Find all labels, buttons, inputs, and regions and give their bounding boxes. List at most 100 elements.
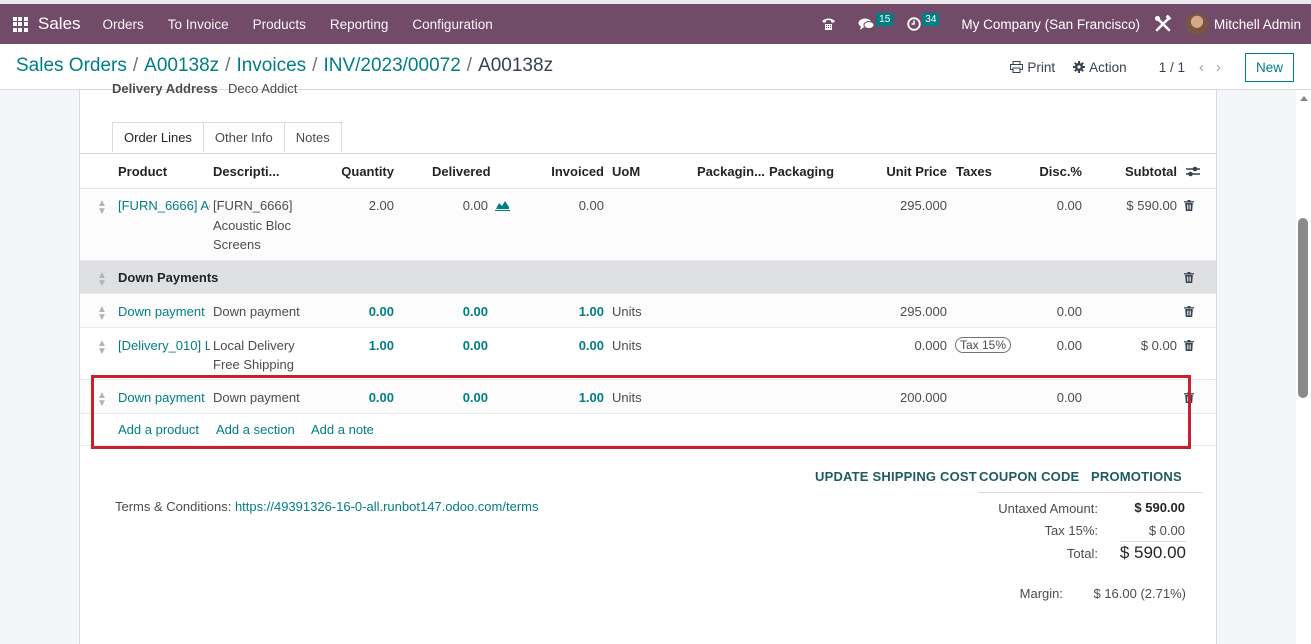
table-row[interactable]: ▲ ▼ Down payment Down payment 0.00 0.00 1… bbox=[80, 380, 1216, 414]
col-delivered[interactable]: Delivered bbox=[432, 164, 491, 179]
pager-value[interactable]: 1 / 1 bbox=[1159, 60, 1185, 75]
unit-price-cell[interactable]: 295.000 bbox=[860, 198, 947, 213]
quantity-cell[interactable]: 1.00 bbox=[320, 338, 394, 353]
add-section-link[interactable]: Add a section bbox=[216, 422, 295, 437]
product-cell[interactable]: [FURN_6666] Ac bbox=[118, 198, 210, 213]
action-button[interactable]: Action bbox=[1073, 60, 1127, 75]
col-subtotal[interactable]: Subtotal bbox=[1090, 164, 1177, 179]
col-invoiced[interactable]: Invoiced bbox=[530, 164, 604, 179]
col-uom[interactable]: UoM bbox=[612, 164, 640, 179]
total-divider bbox=[1120, 541, 1186, 542]
col-packaging[interactable]: Packaging bbox=[769, 164, 834, 179]
section-row[interactable]: ▲ ▼ Down Payments bbox=[80, 261, 1216, 294]
col-taxes[interactable]: Taxes bbox=[956, 164, 992, 179]
phone-icon[interactable] bbox=[821, 17, 836, 31]
unit-price-cell[interactable]: 295.000 bbox=[860, 304, 947, 319]
table-row[interactable]: ▲ ▼ Down payment Down payment 0.00 0.00 1… bbox=[80, 294, 1216, 328]
breadcrumb-order[interactable]: A00138z bbox=[144, 55, 219, 77]
description-line-1[interactable]: [FURN_6666] bbox=[213, 198, 292, 213]
breadcrumb-invoice[interactable]: INV/2023/00072 bbox=[323, 55, 460, 77]
discount-cell[interactable]: 0.00 bbox=[1010, 338, 1082, 353]
optional-columns-icon[interactable] bbox=[1186, 165, 1200, 181]
col-quantity[interactable]: Quantity bbox=[320, 164, 394, 179]
company-switcher[interactable]: My Company (San Francisco) bbox=[961, 17, 1140, 32]
menu-configuration[interactable]: Configuration bbox=[412, 17, 492, 32]
col-unit-price[interactable]: Unit Price bbox=[860, 164, 947, 179]
tab-order-lines[interactable]: Order Lines bbox=[112, 122, 204, 152]
menu-products[interactable]: Products bbox=[253, 17, 306, 32]
tab-notes[interactable]: Notes bbox=[283, 122, 342, 152]
delete-line-icon[interactable] bbox=[1184, 200, 1194, 211]
description-line-1[interactable]: Local Delivery bbox=[213, 338, 295, 353]
invoiced-cell: 1.00 bbox=[578, 390, 604, 405]
user-menu[interactable]: Mitchell Admin bbox=[1214, 17, 1301, 32]
apps-menu-button[interactable] bbox=[2, 16, 38, 32]
untaxed-amount-label: Untaxed Amount: bbox=[998, 501, 1098, 516]
col-product[interactable]: Product bbox=[118, 164, 167, 179]
product-cell[interactable]: Down payment bbox=[118, 390, 205, 405]
new-button[interactable]: New bbox=[1244, 52, 1294, 82]
delete-line-icon[interactable] bbox=[1184, 340, 1194, 351]
quantity-cell[interactable]: 0.00 bbox=[320, 390, 394, 405]
discount-cell[interactable]: 0.00 bbox=[1010, 198, 1082, 213]
tab-other-info[interactable]: Other Info bbox=[202, 122, 285, 152]
menu-orders[interactable]: Orders bbox=[103, 17, 144, 32]
totals-divider bbox=[978, 492, 1202, 493]
description-cell[interactable]: Down payment bbox=[213, 304, 300, 319]
breadcrumb-current: A00138z bbox=[478, 55, 554, 76]
terms-link[interactable]: https://49391326-16-0-all.runbot147.odoo… bbox=[235, 499, 539, 514]
tax-tag[interactable]: Tax 15% bbox=[955, 337, 1012, 353]
uom-cell[interactable]: Units bbox=[612, 390, 642, 405]
drag-handle-icon[interactable]: ▲ ▼ bbox=[97, 199, 107, 217]
drag-handle-icon[interactable]: ▲ ▼ bbox=[97, 271, 107, 289]
breadcrumb-invoices[interactable]: Invoices bbox=[236, 55, 306, 77]
quantity-cell[interactable]: 0.00 bbox=[320, 304, 394, 319]
debug-tools-icon[interactable] bbox=[1154, 15, 1172, 33]
scrollbar-thumb[interactable] bbox=[1298, 218, 1308, 398]
description-line-2: Acoustic Bloc bbox=[213, 218, 292, 233]
add-product-link[interactable]: Add a product bbox=[118, 422, 199, 437]
product-cell[interactable]: Down payment bbox=[118, 304, 205, 319]
order-lines-header: Product Descripti... Quantity Delivered … bbox=[80, 154, 1216, 189]
discount-cell[interactable]: 0.00 bbox=[1010, 304, 1082, 319]
print-icon bbox=[1010, 61, 1024, 73]
unit-price-cell[interactable]: 0.000 bbox=[860, 338, 947, 353]
uom-cell[interactable]: Units bbox=[612, 304, 642, 319]
drag-handle-icon[interactable]: ▲ ▼ bbox=[97, 391, 107, 409]
menu-to-invoice[interactable]: To Invoice bbox=[168, 17, 229, 32]
col-description[interactable]: Descripti... bbox=[213, 164, 279, 179]
update-shipping-cost-button[interactable]: UPDATE SHIPPING COST bbox=[815, 469, 977, 484]
section-title[interactable]: Down Payments bbox=[118, 270, 218, 285]
messages-button[interactable]: 15 bbox=[858, 12, 894, 31]
delete-section-icon[interactable] bbox=[1184, 272, 1194, 283]
description-cell[interactable]: Down payment bbox=[213, 390, 300, 405]
forecast-chart-icon[interactable] bbox=[495, 199, 510, 214]
delivered-cell: 0.00 bbox=[462, 338, 488, 353]
drag-handle-icon[interactable]: ▲ ▼ bbox=[97, 305, 107, 323]
uom-cell[interactable]: Units bbox=[612, 338, 642, 353]
promotions-button[interactable]: PROMOTIONS bbox=[1091, 469, 1182, 484]
delete-line-icon[interactable] bbox=[1184, 392, 1194, 403]
quantity-cell[interactable]: 2.00 bbox=[320, 198, 394, 213]
delete-line-icon[interactable] bbox=[1184, 306, 1194, 317]
activities-button[interactable]: 34 bbox=[907, 12, 940, 31]
menu-reporting[interactable]: Reporting bbox=[330, 17, 389, 32]
discount-cell[interactable]: 0.00 bbox=[1010, 390, 1082, 405]
pager-next-icon[interactable]: › bbox=[1216, 59, 1221, 76]
pager-previous-icon[interactable]: ‹ bbox=[1199, 59, 1204, 76]
table-row[interactable]: ▲ ▼ [Delivery_010] L Local Delivery Free … bbox=[80, 328, 1216, 380]
print-button[interactable]: Print bbox=[1010, 60, 1055, 75]
delivery-address-value[interactable]: Deco Addict bbox=[228, 81, 297, 96]
col-packaging-qty[interactable]: Packagin... bbox=[697, 164, 765, 179]
product-cell[interactable]: [Delivery_010] L bbox=[118, 338, 210, 353]
coupon-code-button[interactable]: COUPON CODE bbox=[979, 469, 1079, 484]
col-disc[interactable]: Disc.% bbox=[1010, 164, 1082, 179]
add-note-link[interactable]: Add a note bbox=[311, 422, 374, 437]
user-avatar[interactable] bbox=[1185, 13, 1208, 35]
breadcrumb-sales-orders[interactable]: Sales Orders bbox=[16, 55, 127, 77]
scroll-up-arrow-icon[interactable] bbox=[1300, 96, 1308, 101]
table-row[interactable]: ▲ ▼ [FURN_6666] Ac [FURN_6666] Acoustic B… bbox=[80, 189, 1216, 261]
app-name[interactable]: Sales bbox=[38, 14, 81, 34]
drag-handle-icon[interactable]: ▲ ▼ bbox=[97, 339, 107, 357]
unit-price-cell[interactable]: 200.000 bbox=[860, 390, 947, 405]
